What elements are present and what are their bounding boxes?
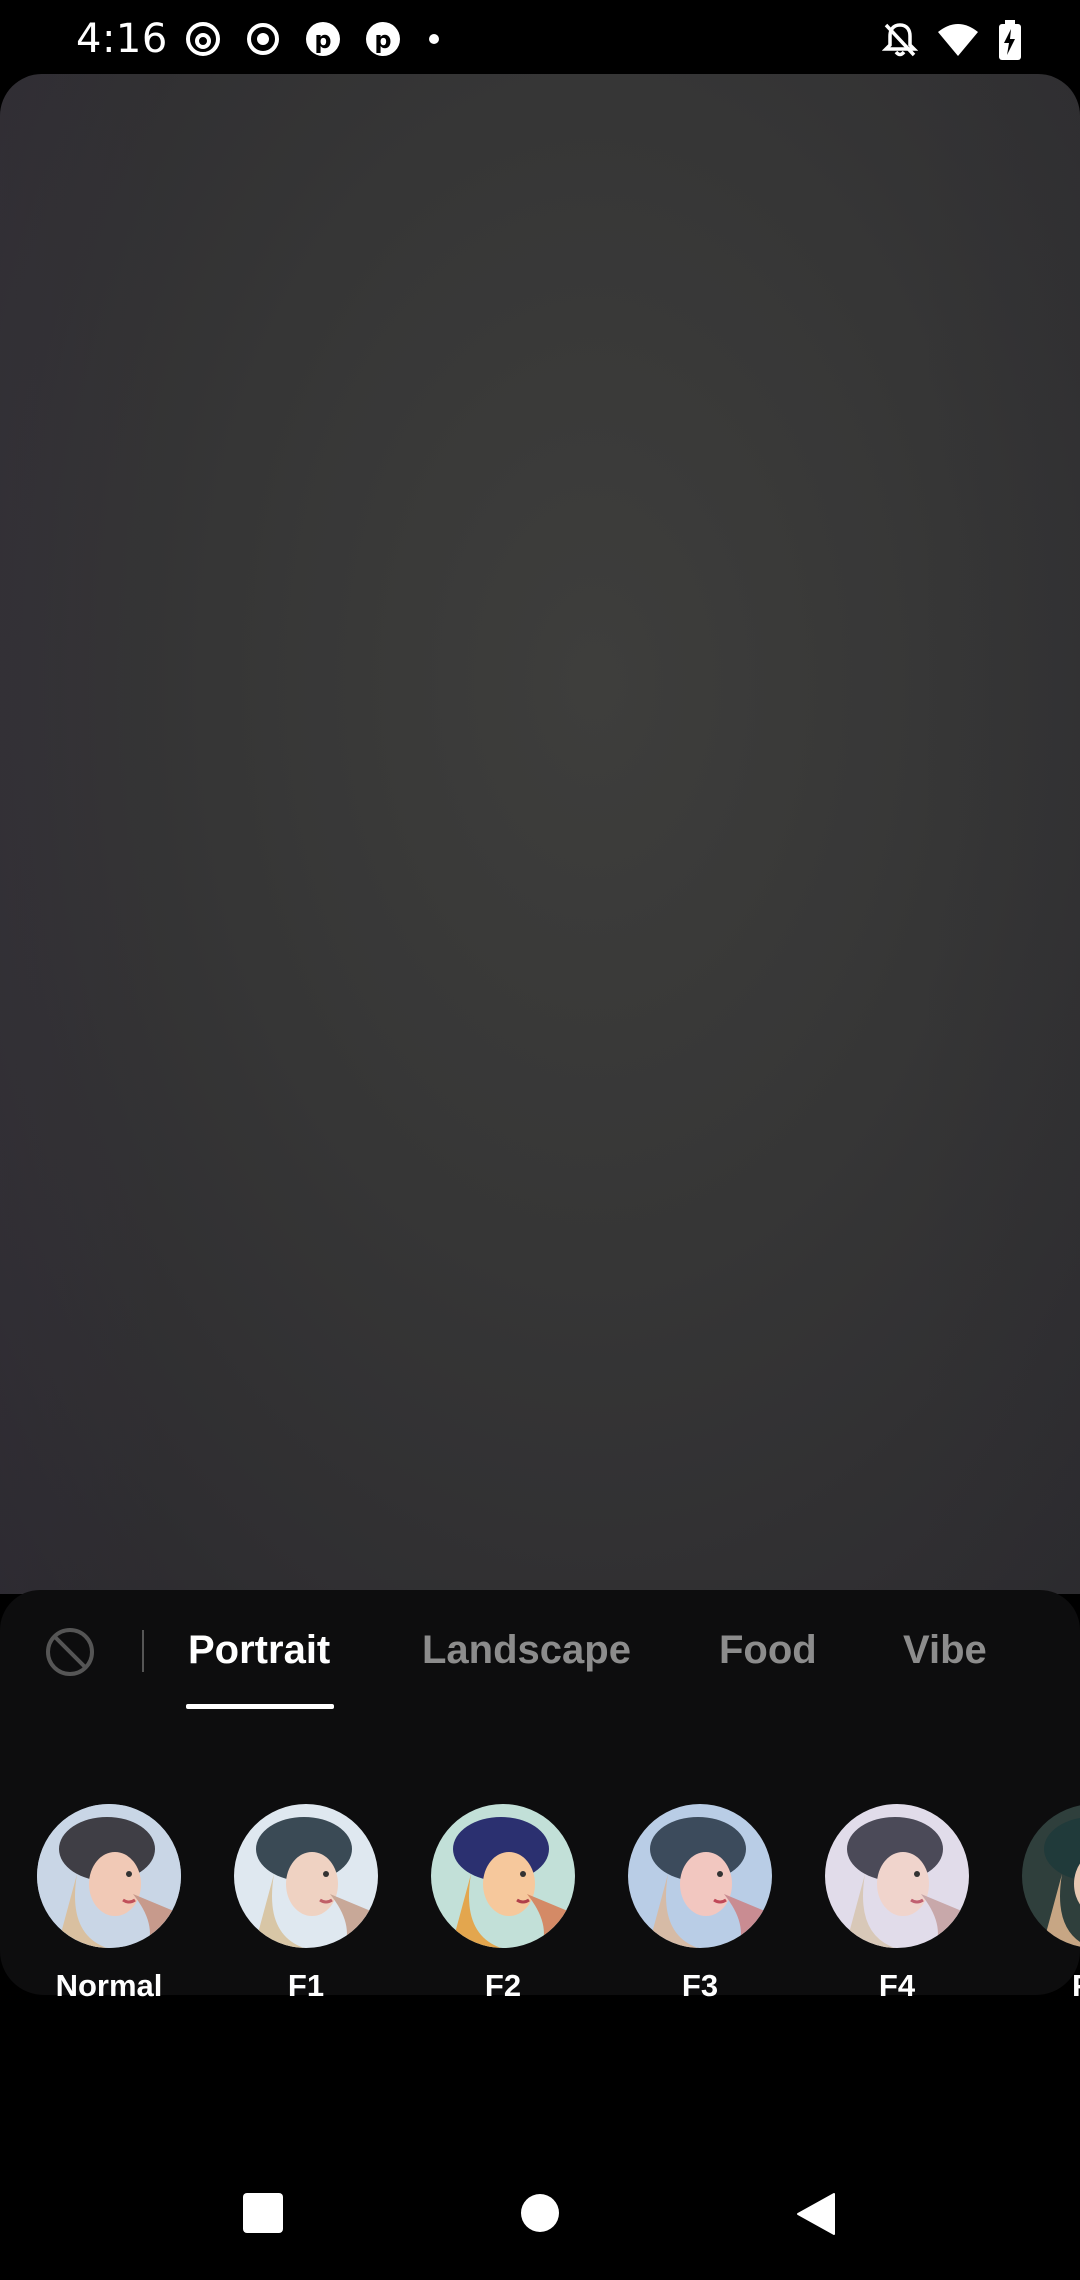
back-button[interactable] [796,2192,836,2241]
filter-label-f2: F2 [484,1968,522,2003]
filter-label-f5: F5 [1014,1968,1080,2004]
wifi-icon [936,22,980,63]
bell-off-icon [881,21,919,64]
camera-filter-screen: 4:16 p p Portrait Landscape Food Vibe No… [0,0,1080,2280]
tab-portrait[interactable]: Portrait [188,1628,330,1673]
filter-label-f3: F3 [681,1968,719,2003]
tab-food[interactable]: Food [719,1628,817,1673]
filter-label-f1: F1 [287,1968,325,2003]
tab-divider [142,1630,144,1672]
filter-thumb-f2[interactable] [431,1804,575,1948]
recents-button[interactable] [242,2192,284,2239]
status-time: 4:16 [76,16,168,62]
filter-thumb-f3[interactable] [628,1804,772,1948]
record-icon [244,20,282,58]
filter-label-f4: F4 [878,1968,916,2003]
status-bar: 4:16 p p [0,0,1080,74]
filter-thumb-normal[interactable] [37,1804,181,1948]
svg-text:p: p [374,26,391,54]
notification-icons: p p [184,20,462,58]
filter-label-normal: Normal [55,1968,163,2003]
home-button[interactable] [520,2192,560,2239]
dot-icon [424,20,462,58]
pinterest-icon: p [304,20,342,58]
no-filter-icon[interactable] [44,1626,96,1678]
threads-icon [184,20,222,58]
tab-vibe[interactable]: Vibe [903,1628,987,1673]
navigation-bar [0,2150,1080,2280]
filter-thumb-f1[interactable] [234,1804,378,1948]
filter-thumb-f4[interactable] [825,1804,969,1948]
system-icons [881,20,1022,65]
camera-viewfinder[interactable] [0,74,1080,1594]
battery-charging-icon [998,20,1022,65]
tab-landscape[interactable]: Landscape [422,1628,631,1673]
active-tab-indicator [186,1704,334,1709]
pinterest-icon: p [364,20,402,58]
svg-text:p: p [314,26,331,54]
